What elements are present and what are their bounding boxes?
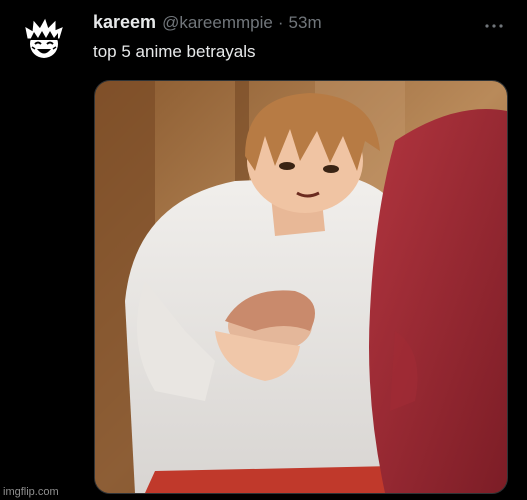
tweet[interactable]: kareem @kareemmpie · 53m top 5 anime bet…	[0, 0, 527, 500]
avatar[interactable]	[20, 16, 68, 64]
more-dots-icon[interactable]	[483, 16, 505, 36]
anime-screenshot-image	[95, 81, 507, 493]
tweet-media-image[interactable]	[94, 80, 508, 494]
more-dots-icon-glyph	[485, 24, 503, 28]
display-name[interactable]: kareem	[93, 12, 156, 33]
imgflip-watermark: imgflip.com	[3, 486, 59, 498]
timestamp[interactable]: 53m	[289, 13, 322, 33]
user-handle[interactable]: @kareemmpie	[162, 13, 273, 33]
tweet-text: top 5 anime betrayals	[93, 42, 256, 61]
tweet-header: kareem @kareemmpie · 53m	[93, 12, 322, 36]
separator-dot: ·	[277, 13, 284, 32]
cartoon-face-avatar-icon	[20, 16, 68, 64]
